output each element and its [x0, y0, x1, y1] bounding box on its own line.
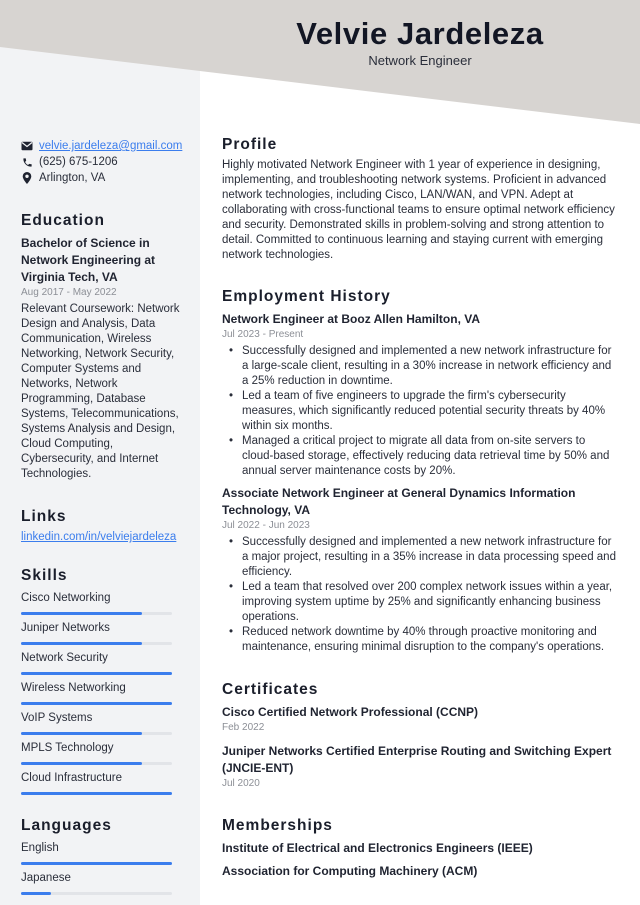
language-item: Japanese [21, 871, 181, 895]
job-bullet: Led a team of five engineers to upgrade … [229, 389, 617, 434]
certificate-date: Feb 2022 [222, 722, 265, 733]
main-content: Profile Highly motivated Network Enginee… [222, 136, 617, 880]
job-bullets: Successfully designed and implemented a … [222, 535, 617, 655]
job-bullets: Successfully designed and implemented a … [222, 344, 617, 479]
level-bar-track [21, 762, 172, 765]
job-entry: Associate Network Engineer at General Dy… [222, 485, 617, 655]
links-section: Links linkedin.com/in/velviejardeleza [21, 508, 181, 543]
education-heading: Education [21, 212, 105, 229]
profile-section: Profile Highly motivated Network Enginee… [222, 136, 617, 263]
level-bar-track [21, 702, 172, 705]
level-bar-fill [21, 642, 142, 645]
skill-label: Network Security [21, 652, 108, 664]
contact-location: Arlington, VA [21, 170, 181, 186]
education-degree: Bachelor of Science in Network Engineeri… [21, 236, 156, 284]
level-bar-fill [21, 672, 172, 675]
skills-section: Skills Cisco Networking Juniper Networks N… [21, 567, 181, 795]
education-coursework: Relevant Coursework: Network Design and … [21, 303, 180, 480]
email-link[interactable]: velvie.jardeleza@gmail.com [39, 140, 182, 152]
level-bar-fill [21, 792, 172, 795]
certificate-entry: Juniper Networks Certified Enterprise Ro… [222, 743, 617, 791]
skills-heading: Skills [21, 567, 68, 584]
language-label: Japanese [21, 872, 71, 884]
memberships-list: Institute of Electrical and Electronics … [222, 840, 617, 880]
certificates-list: Cisco Certified Network Professional (CC… [222, 704, 617, 791]
job-entry: Network Engineer at Booz Allen Hamilton,… [222, 311, 617, 479]
contact-email: velvie.jardeleza@gmail.com [21, 138, 182, 154]
level-bar-track [21, 862, 172, 865]
job-bullet: Successfully designed and implemented a … [229, 535, 617, 580]
candidate-name: Velvie Jardeleza [296, 16, 544, 51]
membership-item: Association for Computing Machinery (ACM… [222, 864, 478, 878]
skills-list: Cisco Networking Juniper Networks Network … [21, 591, 181, 795]
job-bullet: Reduced network downtime by 40% through … [229, 625, 617, 655]
certificates-heading: Certificates [222, 681, 319, 698]
language-label: English [21, 842, 59, 854]
level-bar-fill [21, 892, 52, 895]
phone-icon [21, 156, 33, 168]
skill-label: Wireless Networking [21, 682, 126, 694]
job-bullet: Led a team that resolved over 200 comple… [229, 580, 617, 625]
skill-item: Cloud Infrastructure [21, 771, 181, 795]
job-title: Associate Network Engineer at General Dy… [222, 486, 576, 517]
sidebar: velvie.jardeleza@gmail.com (625) 675-120… [21, 138, 182, 895]
certificate-title: Juniper Networks Certified Enterprise Ro… [222, 744, 612, 775]
candidate-job-title: Network Engineer [368, 53, 472, 68]
job-dates: Jul 2023 - Present [222, 329, 304, 340]
contact-block: velvie.jardeleza@gmail.com (625) 675-120… [21, 138, 182, 186]
level-bar-track [21, 612, 172, 615]
languages-list: English Japanese [21, 841, 181, 895]
level-bar-track [21, 672, 172, 675]
job-bullet: Managed a critical project to migrate al… [229, 434, 617, 479]
skill-label: MPLS Technology [21, 742, 114, 754]
skill-item: Cisco Networking [21, 591, 181, 615]
job-dates: Jul 2022 - Jun 2023 [222, 520, 310, 531]
skill-label: Cloud Infrastructure [21, 772, 122, 784]
level-bar-fill [21, 612, 142, 615]
skill-item: Network Security [21, 651, 181, 675]
level-bar-fill [21, 702, 172, 705]
job-title: Network Engineer at Booz Allen Hamilton,… [222, 312, 481, 326]
linkedin-link[interactable]: linkedin.com/in/velviejardeleza [21, 531, 181, 543]
skill-item: MPLS Technology [21, 741, 181, 765]
education-section: Education Bachelor of Science in Network… [21, 212, 181, 482]
membership-item: Institute of Electrical and Electronics … [222, 841, 533, 855]
skill-item: VoIP Systems [21, 711, 181, 735]
languages-heading: Languages [21, 817, 112, 834]
level-bar-fill [21, 732, 142, 735]
languages-section: Languages English Japanese [21, 817, 181, 895]
certificate-date: Jul 2020 [222, 778, 260, 789]
certificate-entry: Cisco Certified Network Professional (CC… [222, 704, 617, 735]
skill-item: Wireless Networking [21, 681, 181, 705]
certificates-section: Certificates Cisco Certified Network Pro… [222, 681, 617, 791]
jobs-list: Network Engineer at Booz Allen Hamilton,… [222, 311, 617, 655]
memberships-section: Memberships Institute of Electrical and … [222, 817, 617, 880]
language-item: English [21, 841, 181, 865]
skill-item: Juniper Networks [21, 621, 181, 645]
skill-label: VoIP Systems [21, 712, 93, 724]
contact-phone: (625) 675-1206 [21, 154, 181, 170]
job-bullet: Successfully designed and implemented a … [229, 344, 617, 389]
certificate-title: Cisco Certified Network Professional (CC… [222, 705, 479, 719]
education-dates: Aug 2017 - May 2022 [21, 287, 117, 298]
level-bar-track [21, 792, 172, 795]
phone-text: (625) 675-1206 [39, 156, 118, 168]
employment-heading: Employment History [222, 288, 391, 305]
profile-heading: Profile [222, 136, 278, 153]
level-bar-fill [21, 762, 142, 765]
envelope-icon [21, 140, 33, 152]
links-heading: Links [21, 508, 67, 525]
level-bar-track [21, 732, 172, 735]
level-bar-fill [21, 862, 172, 865]
level-bar-track [21, 642, 172, 645]
profile-text: Highly motivated Network Engineer with 1… [222, 159, 615, 261]
skill-label: Juniper Networks [21, 622, 110, 634]
level-bar-track [21, 892, 172, 895]
location-text: Arlington, VA [39, 172, 106, 184]
memberships-heading: Memberships [222, 817, 333, 834]
skill-label: Cisco Networking [21, 592, 111, 604]
employment-section: Employment History Network Engineer at B… [222, 288, 617, 655]
resume-page: Velvie Jardeleza Network Engineer velvie… [0, 0, 640, 905]
map-pin-icon [21, 172, 33, 184]
